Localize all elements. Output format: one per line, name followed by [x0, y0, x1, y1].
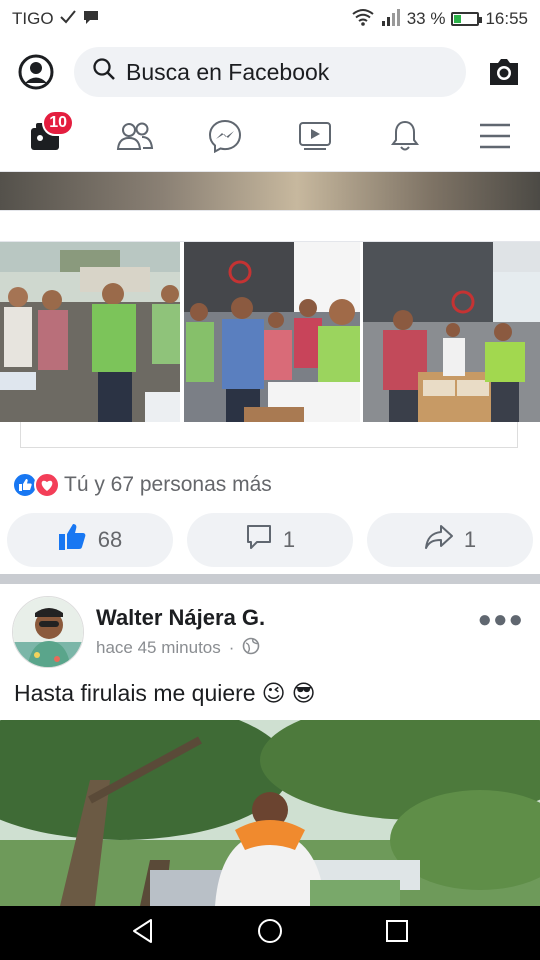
reactions-text: Tú y 67 personas más — [64, 473, 272, 496]
more-icon[interactable]: ●●● — [478, 606, 525, 634]
like-count: 68 — [97, 527, 123, 552]
comment-count: 1 — [282, 527, 296, 552]
profile-icon[interactable] — [14, 50, 58, 94]
tab-menu[interactable] — [468, 112, 522, 166]
share-button[interactable]: 1 — [367, 513, 533, 567]
post-separator — [0, 210, 540, 242]
check-icon — [59, 9, 76, 29]
wink-emoji-icon: 😉 — [261, 680, 286, 706]
top-bar: Busca en Facebook — [0, 38, 540, 106]
post-photo-2[interactable] — [184, 242, 360, 422]
post-divider — [0, 574, 540, 584]
battery-fill — [454, 15, 462, 23]
reactions-summary[interactable]: Tú y 67 personas más — [12, 472, 272, 498]
post-text: Hasta firulais me quiere 😉 😎 — [14, 680, 316, 707]
comment-button[interactable]: 1 — [187, 513, 353, 567]
system-navigation-bar — [0, 906, 540, 960]
post-time[interactable]: hace 45 minutos — [96, 638, 221, 658]
post-photo-3[interactable] — [363, 242, 540, 422]
menu-icon — [479, 123, 511, 154]
tab-navigation: 10 — [0, 106, 540, 172]
notification-badge: 10 — [42, 109, 74, 136]
recents-icon[interactable] — [385, 919, 409, 948]
watch-icon — [298, 121, 332, 156]
like-icon — [58, 523, 88, 557]
home-nav-icon[interactable] — [256, 917, 284, 950]
back-icon[interactable] — [131, 918, 155, 949]
status-bar: TIGO 33 % 16:55 — [0, 0, 540, 38]
post-actions: 68 1 1 — [7, 513, 533, 567]
sunglasses-emoji-icon: 😎 — [291, 680, 316, 706]
chat-bubble-icon — [82, 9, 100, 30]
search-icon — [92, 57, 116, 87]
avatar[interactable] — [12, 596, 84, 668]
battery-text: 33 % — [406, 9, 446, 28]
share-count: 1 — [463, 527, 477, 552]
clock: 16:55 — [485, 9, 528, 28]
wifi-icon — [351, 8, 375, 31]
post-header: Walter Nájera G. hace 45 minutos · ●●● — [12, 594, 528, 670]
battery-icon — [451, 12, 483, 26]
tab-home[interactable]: 10 — [18, 109, 74, 166]
love-reaction-icon — [34, 472, 60, 498]
post-photo-1[interactable] — [0, 242, 180, 422]
globe-icon — [242, 637, 260, 660]
comment-icon — [245, 523, 273, 557]
tab-watch[interactable] — [288, 112, 342, 166]
carrier-label: TIGO — [12, 9, 54, 28]
photo-caption-box — [20, 422, 518, 448]
previous-post-image[interactable] — [0, 172, 540, 210]
tab-friends[interactable] — [108, 112, 162, 166]
tab-messenger[interactable] — [198, 112, 252, 166]
camera-icon[interactable] — [482, 50, 526, 94]
signal-icon — [381, 8, 401, 31]
post-image[interactable] — [0, 720, 540, 906]
like-button[interactable]: 68 — [7, 513, 173, 567]
notifications-icon — [390, 120, 420, 157]
tab-notifications[interactable] — [378, 112, 432, 166]
post-body: Hasta firulais me quiere — [14, 680, 256, 706]
post-author-block: Walter Nájera G. hace 45 minutos · — [96, 605, 265, 660]
post-meta: hace 45 minutos · — [96, 637, 265, 660]
author-name[interactable]: Walter Nájera G. — [96, 605, 265, 631]
search-bar[interactable]: Busca en Facebook — [74, 47, 466, 97]
news-feed[interactable]: Tú y 67 personas más 68 1 1 Walter Nájer… — [0, 172, 540, 906]
search-placeholder: Busca en Facebook — [126, 58, 330, 85]
share-icon — [424, 524, 454, 556]
friends-icon — [116, 120, 154, 157]
messenger-icon — [208, 119, 242, 158]
meta-separator: · — [228, 638, 235, 657]
